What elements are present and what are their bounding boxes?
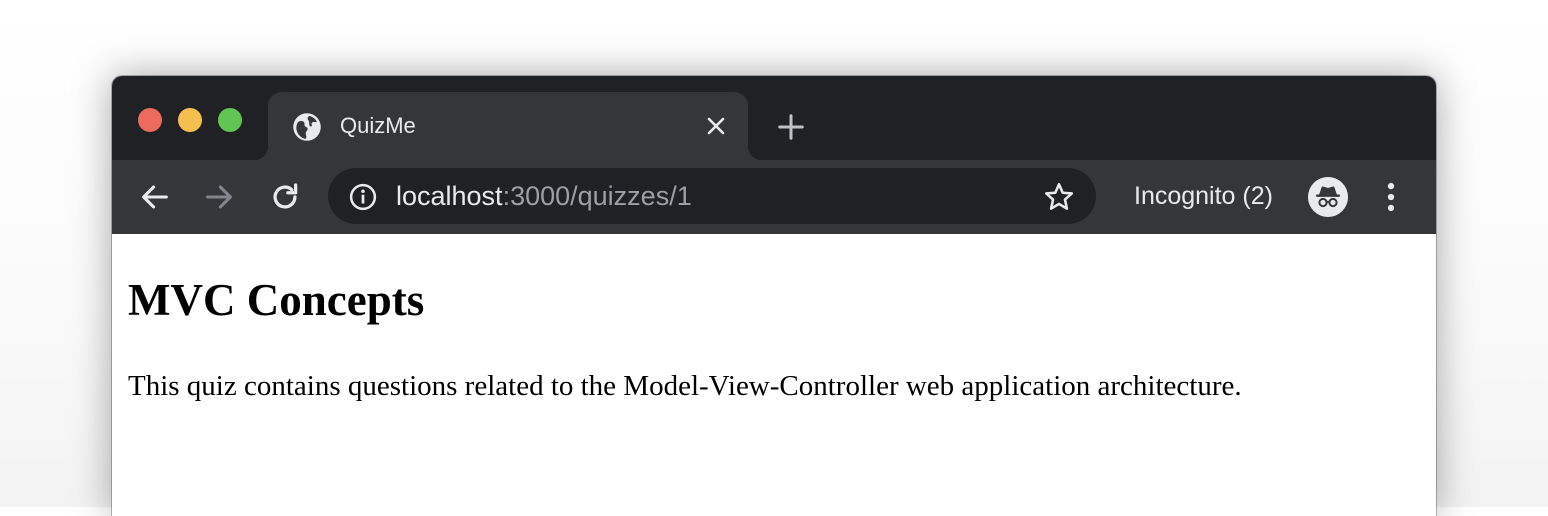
tab-quizme[interactable]: QuizMe — [254, 92, 762, 160]
title-bar: QuizMe — [112, 76, 1436, 160]
globe-icon — [293, 113, 321, 141]
page-title: MVC Concepts — [128, 275, 425, 325]
window-maximize-button[interactable] — [218, 108, 242, 132]
page-description: This quiz contains questions related to … — [128, 370, 1242, 402]
url-text[interactable]: localhost:3000/quizzes/1 — [396, 180, 692, 212]
new-tab-icon[interactable] — [776, 112, 806, 142]
info-icon[interactable] — [348, 182, 378, 212]
page-content: MVC Concepts This quiz contains question… — [112, 234, 1436, 516]
window-close-button[interactable] — [138, 108, 162, 132]
tab-title: QuizMe — [340, 113, 416, 138]
forward-arrow-icon[interactable] — [202, 180, 236, 214]
tab-close-icon[interactable] — [704, 114, 728, 138]
kebab-menu-icon[interactable] — [1376, 180, 1406, 214]
address-bar[interactable]: localhost:3000/quizzes/1 — [328, 168, 1096, 224]
profile-label[interactable]: Incognito (2) — [1134, 181, 1273, 211]
url-path: :3000/quizzes/1 — [502, 181, 692, 211]
window-minimize-button[interactable] — [178, 108, 202, 132]
bookmark-star-icon[interactable] — [1042, 180, 1076, 214]
browser-window: QuizMe localhost:3000/quizzes/1 Incognit… — [112, 76, 1436, 516]
back-arrow-icon[interactable] — [138, 180, 172, 214]
reload-icon[interactable] — [268, 180, 302, 214]
incognito-icon[interactable] — [1308, 177, 1348, 217]
url-host: localhost — [396, 181, 503, 211]
toolbar: localhost:3000/quizzes/1 Incognito (2) — [112, 160, 1436, 234]
